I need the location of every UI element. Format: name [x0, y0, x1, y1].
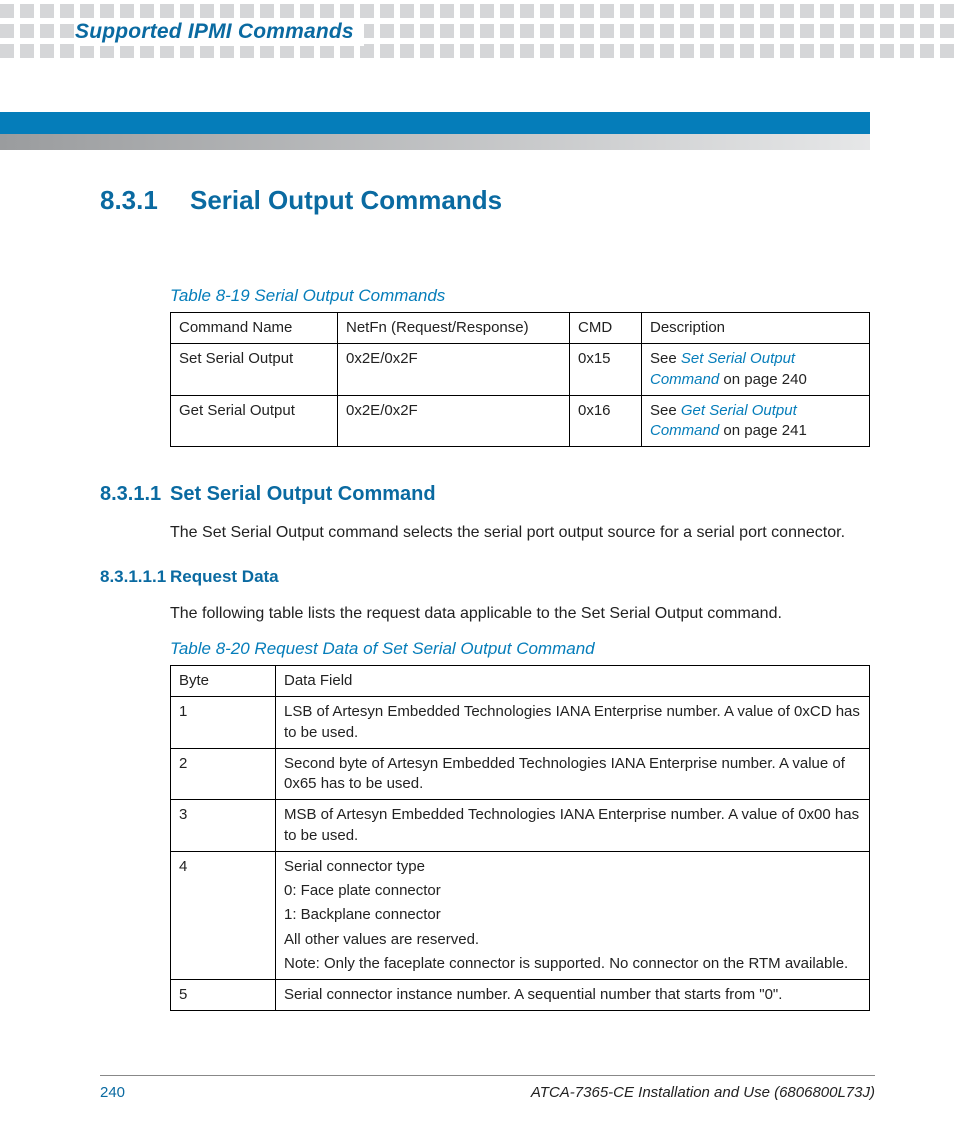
cell-data-field: Serial connector type0: Face plate conne…: [276, 851, 870, 979]
table-header: Description: [642, 313, 870, 344]
cross-reference-link[interactable]: Set Serial Output Command: [650, 350, 795, 387]
cell-netfn: 0x2E/0x2F: [338, 395, 570, 447]
cell-data-field: MSB of Artesyn Embedded Technologies IAN…: [276, 800, 870, 852]
cell-command-name: Set Serial Output: [171, 344, 338, 396]
cell-byte: 5: [171, 980, 276, 1011]
table-row: 1LSB of Artesyn Embedded Technologies IA…: [171, 697, 870, 749]
running-head: Supported IPMI Commands: [75, 20, 354, 43]
cell-byte: 2: [171, 748, 276, 800]
cell-cmd: 0x16: [570, 395, 642, 447]
table-8-20: Byte Data Field 1LSB of Artesyn Embedded…: [170, 665, 870, 1011]
cell-netfn: 0x2E/0x2F: [338, 344, 570, 396]
heading-8-3-1: 8.3.1 Serial Output Commands: [100, 185, 875, 216]
cell-command-name: Get Serial Output: [171, 395, 338, 447]
header-pattern: Supported IPMI Commands: [0, 0, 954, 80]
header-blue-bar: [0, 112, 870, 134]
table-row: Byte Data Field: [171, 666, 870, 697]
cell-cmd: 0x15: [570, 344, 642, 396]
heading-8-3-1-1-1: 8.3.1.1.1 Request Data: [100, 567, 875, 587]
heading-title: Serial Output Commands: [190, 185, 502, 216]
table-row: 5Serial connector instance number. A seq…: [171, 980, 870, 1011]
cell-data-field: Serial connector instance number. A sequ…: [276, 980, 870, 1011]
cell-data-field: Second byte of Artesyn Embedded Technolo…: [276, 748, 870, 800]
table-8-19-caption: Table 8-19 Serial Output Commands: [170, 286, 875, 306]
table-row: Set Serial Output0x2E/0x2F0x15See Set Se…: [171, 344, 870, 396]
cross-reference-link[interactable]: Get Serial Output Command: [650, 402, 797, 439]
paragraph: The Set Serial Output command selects th…: [170, 522, 875, 544]
cell-description: See Set Serial Output Command on page 24…: [642, 344, 870, 396]
header-gray-bar: [0, 134, 870, 150]
page-content: 8.3.1 Serial Output Commands Table 8-19 …: [100, 185, 875, 1011]
cell-byte: 4: [171, 851, 276, 979]
table-row: Command Name NetFn (Request/Response) CM…: [171, 313, 870, 344]
cell-description: See Get Serial Output Command on page 24…: [642, 395, 870, 447]
table-row: Get Serial Output0x2E/0x2F0x16See Get Se…: [171, 395, 870, 447]
table-header: Command Name: [171, 313, 338, 344]
cell-data-field: LSB of Artesyn Embedded Technologies IAN…: [276, 697, 870, 749]
page-footer: 240 ATCA-7365-CE Installation and Use (6…: [100, 1075, 875, 1101]
table-8-19: Command Name NetFn (Request/Response) CM…: [170, 312, 870, 447]
table-header: NetFn (Request/Response): [338, 313, 570, 344]
table-8-20-caption: Table 8-20 Request Data of Set Serial Ou…: [170, 639, 875, 659]
table-row: 3MSB of Artesyn Embedded Technologies IA…: [171, 800, 870, 852]
table-header: Byte: [171, 666, 276, 697]
table-header: CMD: [570, 313, 642, 344]
cell-byte: 1: [171, 697, 276, 749]
heading-title: Set Serial Output Command: [170, 483, 436, 506]
cell-byte: 3: [171, 800, 276, 852]
page-number: 240: [100, 1084, 125, 1101]
heading-8-3-1-1: 8.3.1.1 Set Serial Output Command: [100, 483, 875, 506]
table-row: 2Second byte of Artesyn Embedded Technol…: [171, 748, 870, 800]
heading-number: 8.3.1: [100, 185, 190, 216]
paragraph: The following table lists the request da…: [170, 603, 875, 625]
table-header: Data Field: [276, 666, 870, 697]
table-row: 4Serial connector type0: Face plate conn…: [171, 851, 870, 979]
document-id: ATCA-7365-CE Installation and Use (68068…: [531, 1084, 875, 1101]
heading-title: Request Data: [170, 567, 279, 587]
